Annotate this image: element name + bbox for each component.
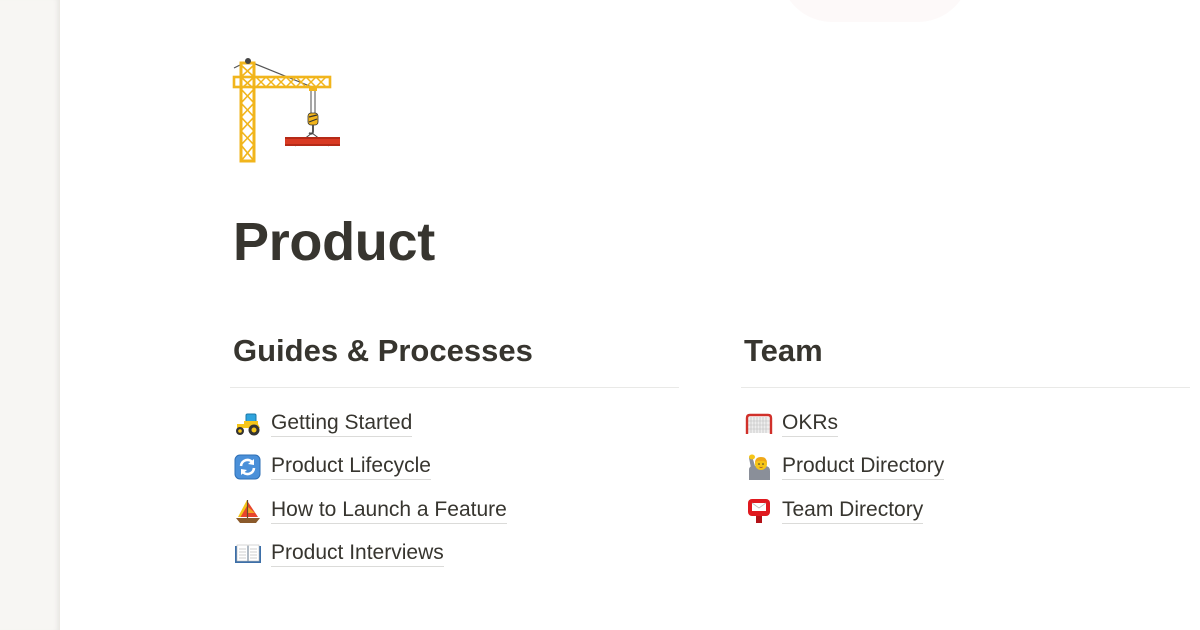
refresh-arrows-icon (234, 454, 264, 480)
sidebar-collapsed (0, 0, 60, 630)
page-link-label[interactable]: OKRs (782, 411, 839, 437)
column-team: Team OKRs Product Directory Team Directo… (741, 330, 1190, 533)
section-heading-guides[interactable]: Guides & Processes (230, 330, 679, 374)
cover-decoration (780, 0, 970, 22)
person-raising-hand-icon (745, 454, 775, 481)
page-link-label[interactable]: Product Interviews (271, 541, 444, 568)
team-link-list: OKRs Product Directory Team Directory (741, 402, 1190, 533)
postbox-icon (745, 498, 775, 524)
page-link-label[interactable]: How to Launch a Feature (271, 498, 507, 524)
construction-crane-icon[interactable] (232, 57, 342, 163)
page-link-team-directory[interactable]: Team Directory (741, 489, 1190, 533)
divider (741, 387, 1190, 388)
page-link-label[interactable]: Getting Started (271, 411, 413, 437)
page-link-label[interactable]: Product Directory (782, 454, 945, 481)
tractor-icon (234, 411, 264, 437)
divider (230, 387, 679, 388)
section-heading-team[interactable]: Team (741, 330, 1190, 374)
guides-link-list: Getting Started Product Lifecycle How to… (230, 402, 679, 576)
page-link-product-lifecycle[interactable]: Product Lifecycle (230, 446, 679, 490)
goal-net-icon (745, 411, 775, 437)
page-link-product-directory[interactable]: Product Directory (741, 446, 1190, 490)
page-link-okrs[interactable]: OKRs (741, 402, 1190, 446)
page-link-label[interactable]: Product Lifecycle (271, 454, 431, 481)
page-link-launch-feature[interactable]: How to Launch a Feature (230, 489, 679, 533)
column-guides: Guides & Processes Getting Started Produ… (230, 330, 679, 576)
page-link-getting-started[interactable]: Getting Started (230, 402, 679, 446)
page-link-product-interviews[interactable]: Product Interviews (230, 533, 679, 577)
page-link-label[interactable]: Team Directory (782, 498, 924, 524)
sailboat-icon (234, 498, 264, 524)
page-title[interactable]: Product (233, 207, 435, 277)
open-book-icon (234, 541, 264, 567)
